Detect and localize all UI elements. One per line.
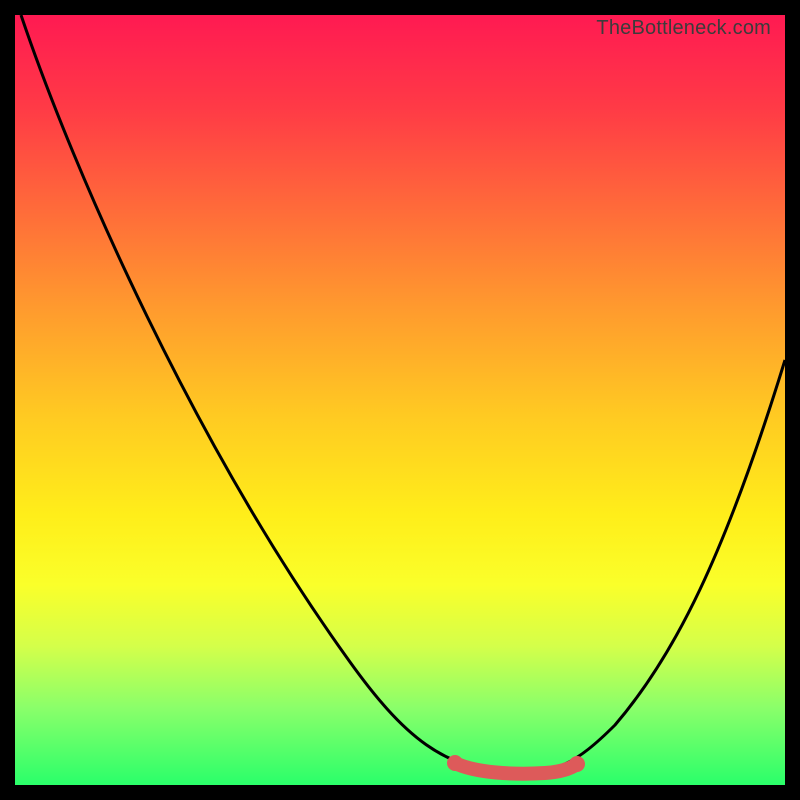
chart-frame: TheBottleneck.com xyxy=(0,0,800,800)
bottleneck-curve-line xyxy=(21,15,785,773)
optimal-range-end-dot xyxy=(569,756,585,772)
plot-area: TheBottleneck.com xyxy=(15,15,785,785)
optimal-range-highlight xyxy=(455,763,577,774)
optimal-range-start-dot xyxy=(447,755,463,771)
curve-svg xyxy=(15,15,785,785)
